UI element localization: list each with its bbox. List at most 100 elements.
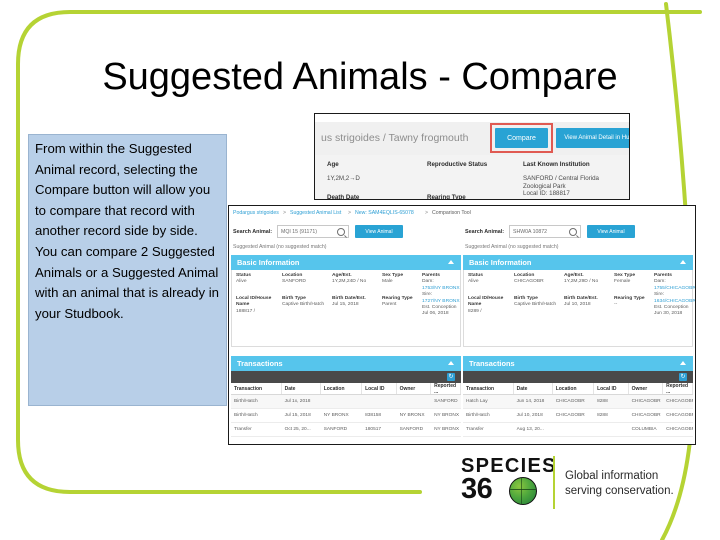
screenshot-comparison-tool: Podargus strigoides > Suggested Animal L… bbox=[228, 205, 696, 445]
left-basic-information-title: Basic Information bbox=[237, 258, 300, 267]
left-basic-information-header[interactable]: Basic Information bbox=[231, 255, 461, 270]
breadcrumb-item-species[interactable]: Podargus strigoides bbox=[233, 210, 279, 216]
left-field-birth-date: Birth Date/Est. Jul 15, 2018 bbox=[332, 296, 366, 308]
right-transactions-header[interactable]: Transactions bbox=[463, 356, 693, 371]
cell-transaction: Transfer bbox=[234, 427, 252, 432]
left-field-age: Age/Est. 1Y,2M,24D / No bbox=[332, 273, 367, 285]
cell-transaction: Birth/Hatch bbox=[234, 413, 258, 418]
cell-reported: NY BRONX bbox=[434, 413, 460, 418]
chevron-up-icon[interactable] bbox=[448, 361, 454, 365]
right-field-parents: Parents Dam: 1755/CHICAGOBR Sire: 1634/C… bbox=[654, 273, 696, 317]
left-field-rearing-type: Rearing Type Parent bbox=[382, 296, 413, 308]
field-label-reproductive-status: Reproductive Status bbox=[427, 161, 488, 168]
table-row[interactable]: Birth/Hatch Jul 15, 2018 NY BRONX 838158… bbox=[231, 409, 461, 423]
table-row[interactable]: Hatch Lay Jun 14, 2018 CHICAGOBR 8288 CH… bbox=[463, 395, 693, 409]
th-date: Date bbox=[282, 383, 321, 394]
refresh-icon[interactable]: ↻ bbox=[447, 373, 455, 381]
left-search-value: MQI 15 (91171) bbox=[281, 229, 317, 235]
table-row[interactable]: Transfer Oct 25, 20... SANFORD 180517 SA… bbox=[231, 423, 461, 437]
left-field-sex-type: Sex Type Male bbox=[382, 273, 404, 285]
right-basic-information-header[interactable]: Basic Information bbox=[463, 255, 693, 270]
left-transactions-toolbar: ↻ bbox=[231, 371, 461, 383]
cell-local-id bbox=[362, 395, 397, 408]
logo-divider bbox=[553, 456, 555, 509]
cell-local-id: 180517 bbox=[365, 427, 382, 432]
animal-detail-body: Age 1Y,2M,2→D Death Date Reproductive St… bbox=[315, 155, 629, 199]
species-title: us strigoides / Tawny frogmouth bbox=[321, 132, 469, 144]
breadcrumb-separator-2: > bbox=[348, 210, 352, 216]
right-view-animal-button[interactable]: View Animal bbox=[587, 225, 635, 238]
th-transaction: Transaction bbox=[463, 383, 514, 394]
chevron-up-icon[interactable] bbox=[680, 260, 686, 264]
right-search-label: Search Animal: bbox=[465, 229, 505, 235]
right-search-icon[interactable] bbox=[569, 228, 577, 236]
breadcrumb-item-new-record[interactable]: New: SAM4EQLIS-65078 bbox=[355, 210, 414, 216]
cell-transaction: Birth/Hatch bbox=[466, 413, 490, 418]
left-transactions-column-headers: Transaction Date Location Local ID Owner… bbox=[231, 383, 461, 395]
right-basic-information-body: Status Alive Location CHICAGOBR Age/Est. 1Y… bbox=[463, 270, 696, 347]
breadcrumb-separator-3: > bbox=[425, 210, 429, 216]
cell-owner: NY BRONX bbox=[399, 413, 425, 418]
left-search-icon[interactable] bbox=[337, 228, 345, 236]
screenshot-animal-detail: us strigoides / Tawny frogmouth Compare … bbox=[314, 113, 630, 200]
th-transaction: Transaction bbox=[231, 383, 282, 394]
caption-textbox: From within the Suggested Animal record,… bbox=[28, 134, 227, 406]
breadcrumb-item-suggested-animal-list[interactable]: Suggested Animal List bbox=[290, 210, 341, 216]
right-transactions-title: Transactions bbox=[469, 359, 515, 368]
cell-local-id: 8288 bbox=[597, 413, 608, 418]
left-field-parents: Parents Dam: 1753/NY BRONX Sire: 1727/NY… bbox=[422, 273, 460, 317]
chevron-up-icon[interactable] bbox=[680, 361, 686, 365]
chevron-up-icon[interactable] bbox=[448, 260, 454, 264]
left-field-status: Status Alive bbox=[236, 273, 251, 285]
th-local-id: Local ID bbox=[594, 383, 629, 394]
th-owner: Owner bbox=[629, 383, 664, 394]
species360-logo: SPECIES 36 Global information serving co… bbox=[461, 455, 701, 511]
cell-location bbox=[321, 395, 362, 408]
th-location: Location bbox=[321, 383, 363, 394]
cell-reported: CHICAGOBR bbox=[666, 413, 693, 418]
right-field-sex-type: Sex Type Female bbox=[614, 273, 636, 285]
field-label-rearing-type: Rearing Type bbox=[427, 194, 466, 200]
cell-location bbox=[553, 423, 594, 436]
left-field-location: Location SANFORD bbox=[282, 273, 306, 285]
right-field-rearing-type: Rearing Type -- bbox=[614, 296, 645, 308]
globe-icon bbox=[509, 477, 537, 505]
left-field-local-id: Local ID/House Name 188817 / bbox=[236, 296, 272, 314]
cell-owner: SANFORD bbox=[399, 427, 424, 432]
right-basic-information-title: Basic Information bbox=[469, 258, 532, 267]
right-field-local-id: Local ID/House Name 8289 / bbox=[468, 296, 504, 314]
right-field-birth-type: Birth Type Captive Birth/Hatch bbox=[514, 296, 557, 308]
cell-location: NY BRONX bbox=[323, 413, 349, 418]
cell-local-id: 838158 bbox=[365, 413, 382, 418]
cell-transaction: Hatch Lay bbox=[466, 399, 488, 404]
th-reported: Reported ... bbox=[431, 383, 461, 395]
field-label-age: Age bbox=[327, 161, 339, 168]
left-transactions-title: Transactions bbox=[237, 359, 283, 368]
th-local-id: Local ID bbox=[362, 383, 397, 394]
right-search-value: SHW0A 10872 bbox=[513, 229, 548, 235]
cell-date: Jul 10, 2018 bbox=[516, 413, 543, 418]
th-owner: Owner bbox=[397, 383, 432, 394]
table-row[interactable]: Birth/Hatch Jul 10, 2018 CHICAGOBR 8288 … bbox=[463, 409, 693, 423]
cell-local-id: 8288 bbox=[597, 399, 608, 404]
cell-transaction: Birth/Hatch bbox=[234, 399, 258, 404]
left-transactions-header[interactable]: Transactions bbox=[231, 356, 461, 371]
refresh-icon[interactable]: ↻ bbox=[679, 373, 687, 381]
logo-tagline: Global information serving conservation. bbox=[565, 470, 674, 497]
right-field-status: Status Alive bbox=[468, 273, 483, 285]
table-row[interactable]: Birth/Hatch Jul 1x, 2018 SANFORD bbox=[231, 395, 461, 409]
cell-local-id bbox=[594, 423, 629, 436]
cell-location: SANFORD bbox=[323, 427, 348, 432]
field-value-age: 1Y,2M,2→D bbox=[327, 175, 360, 182]
left-view-animal-button[interactable]: View Animal bbox=[355, 225, 403, 238]
page-title: Suggested Animals - Compare bbox=[102, 56, 618, 98]
right-transactions-toolbar: ↻ bbox=[463, 371, 693, 383]
cell-owner bbox=[397, 395, 432, 408]
view-animal-detail-husbandry-button[interactable]: View Animal Detail in Husbandry bbox=[556, 128, 629, 148]
cell-owner: CHICAGOBR bbox=[631, 399, 661, 404]
right-transactions-column-headers: Transaction Date Location Local ID Owner… bbox=[463, 383, 693, 395]
cell-location: CHICAGOBR bbox=[555, 399, 585, 404]
cell-location: CHICAGOBR bbox=[555, 413, 585, 418]
table-row[interactable]: Transfer Aug 13, 20... COLUMBIA CHICAGOB… bbox=[463, 423, 693, 437]
right-suggested-note: Suggested Animal (no suggested match) bbox=[465, 244, 559, 250]
